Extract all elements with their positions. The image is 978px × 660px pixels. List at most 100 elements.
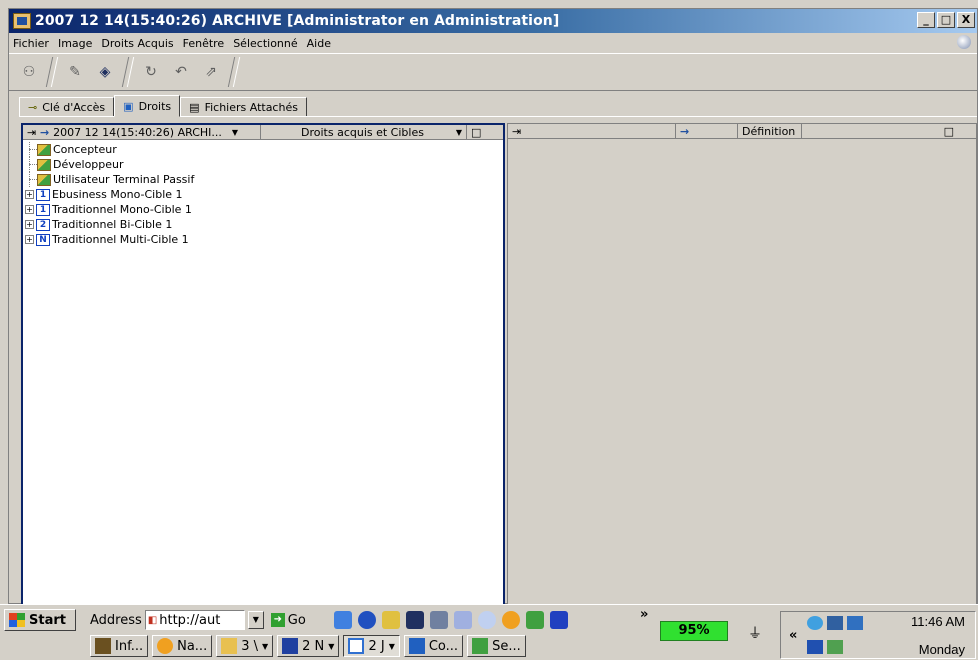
help-icon[interactable] [550,611,568,629]
address-value: http://aut [159,612,221,628]
display-icon[interactable] [827,616,843,630]
task-button-active[interactable]: 2 J ▼ [343,635,400,657]
definition-column-header[interactable]: Définition [738,123,802,139]
rights-tree-pane[interactable]: ⇥ → 2007 12 14(15:40:26) ARCHI... ▼ Droi… [21,123,505,606]
terminal-icon[interactable] [406,611,424,629]
rights-column-header[interactable]: Droits acquis et Cibles ▼ [261,124,467,140]
clock-time[interactable]: 11:46 AM [911,614,965,629]
address-input[interactable]: ◧ http://aut [144,610,245,630]
source-column-header[interactable]: ⇥ → 2007 12 14(15:40:26) ARCHI... ▼ [23,124,261,140]
task-label: 3 \ [241,638,258,654]
chevron-down-icon[interactable]: ▼ [232,128,238,137]
menu-droits-acquis[interactable]: Droits Acquis [101,37,173,50]
pin-icon[interactable]: ⇗ [199,60,223,84]
undo-icon[interactable]: ↶ [169,60,193,84]
menu-fenetre[interactable]: Fenêtre [183,37,225,50]
clock-day: Monday [918,642,965,657]
chevron-down-icon[interactable]: ▼ [456,128,462,137]
power-plug-icon: ⏚ [748,626,762,642]
tray-app-icon[interactable] [827,640,843,654]
task-buttons: Inf... Na... 3 \ ▼ 2 N ▼ 2 J ▼ Co... Se.… [90,635,526,657]
collapse-icon[interactable]: ⇥ [27,126,36,139]
collapse-icon[interactable]: ⇥ [508,123,676,139]
windows-logo-icon [9,613,25,627]
tray-expand-icon[interactable]: « [789,628,797,643]
window-icon [348,638,365,654]
maximize-pane-icon[interactable]: □ [467,125,487,140]
address-toolbar: Address ◧ http://aut ▼ ➜ Go [90,609,306,631]
tree-node-traditionnel-bi-cible[interactable]: + 2 Traditionnel Bi-Cible 1 [23,217,503,232]
search-icon[interactable] [478,611,496,629]
tree-node-label: Concepteur [53,143,117,156]
sync-icon[interactable] [807,616,823,630]
users-tray-icon[interactable] [807,640,823,654]
minimize-button[interactable]: _ [917,12,935,28]
menu-aide[interactable]: Aide [307,37,331,50]
network-connection-icon[interactable] [847,616,863,630]
desktop-icon[interactable] [334,611,352,629]
more-icon[interactable]: » [640,607,648,622]
tab-droits[interactable]: ▣ Droits [114,95,181,117]
folder-icon[interactable] [382,611,400,629]
expand-icon[interactable]: + [25,235,34,244]
explorer-icon[interactable] [430,611,448,629]
notepad-icon[interactable] [454,611,472,629]
tree-node-traditionnel-mono-cible[interactable]: + 1 Traditionnel Mono-Cible 1 [23,202,503,217]
task-label: Na... [177,638,208,654]
title-bar[interactable]: 2007 12 14(15:40:26) ARCHIVE [Administra… [9,9,977,33]
menu-image[interactable]: Image [58,37,92,50]
network-icon[interactable] [502,611,520,629]
chevron-down-icon: ▼ [388,641,395,651]
key-icon: ⊸ [28,100,38,114]
maximize-button[interactable]: □ [937,12,955,28]
tree-node-label: Utilisateur Terminal Passif [53,173,195,186]
go-button[interactable]: ➜ Go [270,613,306,628]
tab-cle-acces[interactable]: ⊸ Clé d'Accès [19,97,115,117]
expand-icon[interactable]: + [25,190,34,199]
tree-node-traditionnel-multi-cible[interactable]: + N Traditionnel Multi-Cible 1 [23,232,503,247]
tab-label: Clé d'Accès [42,100,106,114]
source-label: 2007 12 14(15:40:26) ARCHI... [53,125,222,139]
arrow-right-icon: → [676,123,738,139]
tree-node-developpeur[interactable]: Développeur [23,157,503,172]
tree-connector [23,172,37,187]
menu-selectionne[interactable]: Sélectionné [233,37,297,50]
task-button[interactable]: Co... [403,635,464,657]
browser-icon[interactable] [358,611,376,629]
task-button[interactable]: Se... [467,635,526,657]
task-label: Co... [428,638,459,654]
tree-node-label: Traditionnel Mono-Cible 1 [52,203,192,216]
tools-icon[interactable] [526,611,544,629]
tab-fichiers-attaches[interactable]: ▤ Fichiers Attachés [180,97,307,117]
expand-icon[interactable]: + [25,205,34,214]
tree-node-utilisateur-terminal-passif[interactable]: Utilisateur Terminal Passif [23,172,503,187]
close-button[interactable]: X [957,12,975,28]
menu-fichier[interactable]: Fichier [13,37,49,50]
maximize-pane-icon[interactable]: □ [802,124,958,139]
start-button[interactable]: Start [4,609,76,631]
package-icon[interactable]: ◈ [93,60,117,84]
pen-icon[interactable]: ✎ [63,60,87,84]
task-button[interactable]: 3 \ ▼ [216,635,274,657]
task-button[interactable]: Na... [152,635,213,657]
toolbar: ⚇ ✎ ◈ ↻ ↶ ⇗ [9,53,977,91]
target-multi-icon: N [36,233,50,246]
task-button[interactable]: Inf... [90,635,149,657]
tree-node-label: Ebusiness Mono-Cible 1 [52,188,183,201]
quick-launch [334,611,568,629]
refresh-icon[interactable]: ↻ [139,60,163,84]
tree-node-ebusiness-mono-cible[interactable]: + 1 Ebusiness Mono-Cible 1 [23,187,503,202]
expand-icon[interactable]: + [25,220,34,229]
users-icon[interactable]: ⚇ [17,60,41,84]
tree-node-label: Traditionnel Bi-Cible 1 [52,218,173,231]
tree-node-concepteur[interactable]: Concepteur [23,142,503,157]
address-dropdown[interactable]: ▼ [247,611,264,629]
role-icon [37,143,51,156]
go-arrow-icon: ➜ [270,613,285,627]
word-icon [282,638,299,654]
task-button[interactable]: 2 N ▼ [277,635,340,657]
tab-label: Fichiers Attachés [204,100,298,114]
app-icon [13,13,31,29]
tab-label: Droits [138,99,172,113]
definition-pane[interactable]: ⇥ → Définition □ [507,123,977,606]
